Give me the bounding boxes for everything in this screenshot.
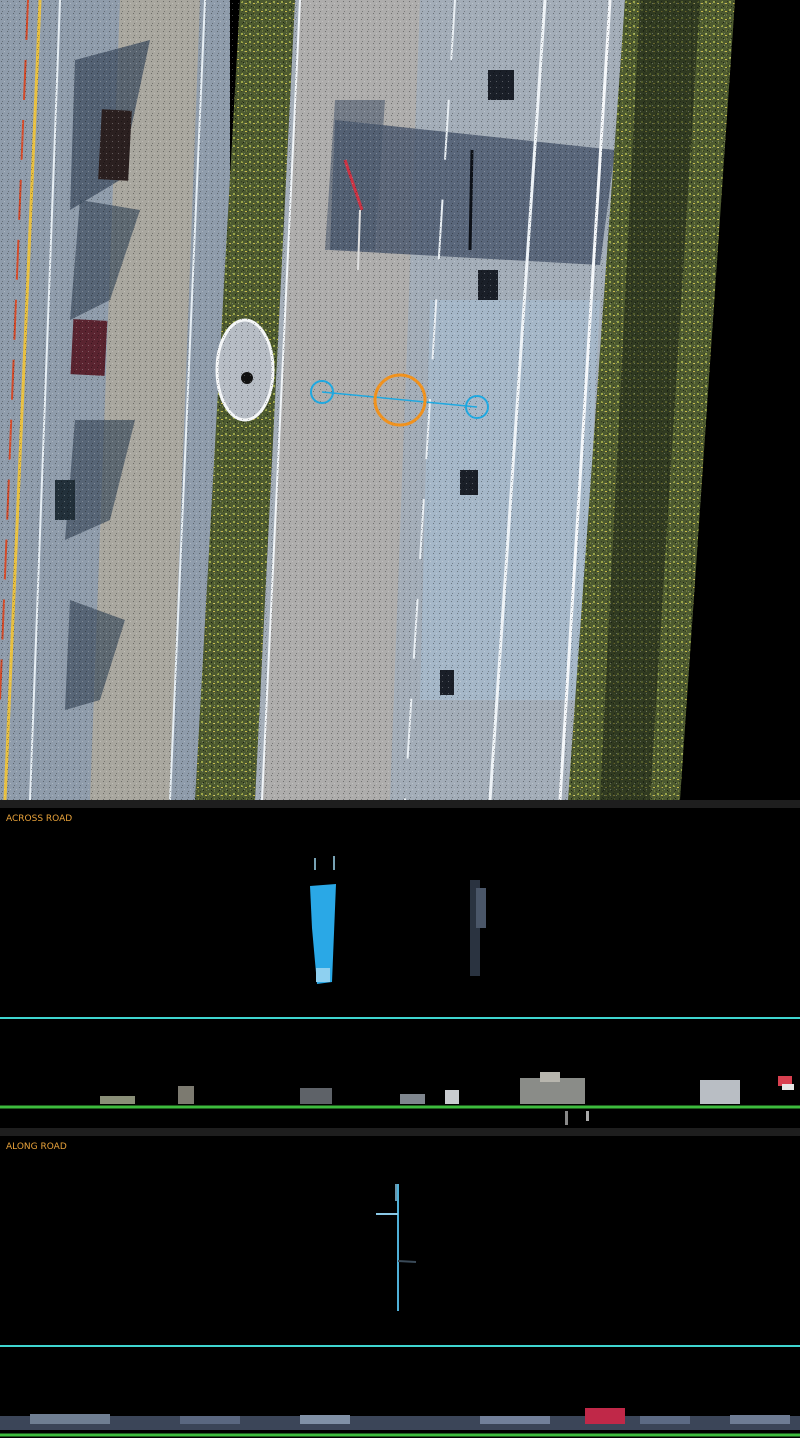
aerial-point-cloud-view[interactable] <box>0 0 800 800</box>
across-ground-speck <box>565 1111 568 1125</box>
across-road-label: ACROSS ROAD <box>6 814 73 824</box>
along-pole-arm-2 <box>397 1260 417 1263</box>
along-road-panel[interactable]: ALONG ROAD <box>0 1136 800 1438</box>
across-cyan-object-base <box>316 968 330 982</box>
view-divider-1 <box>0 800 800 808</box>
across-dark-pole-detail <box>476 888 486 928</box>
along-road-label: ALONG ROAD <box>6 1142 67 1152</box>
across-ground-speck-2 <box>586 1111 589 1121</box>
view-divider-2 <box>0 1128 800 1136</box>
across-ground-clutter <box>100 1072 794 1104</box>
aerial-canvas[interactable] <box>0 0 800 800</box>
speckle-overlay <box>0 0 735 800</box>
across-road-canvas[interactable] <box>0 808 800 1128</box>
across-road-panel[interactable]: ACROSS ROAD <box>0 808 800 1128</box>
along-road-canvas[interactable] <box>0 1136 800 1438</box>
